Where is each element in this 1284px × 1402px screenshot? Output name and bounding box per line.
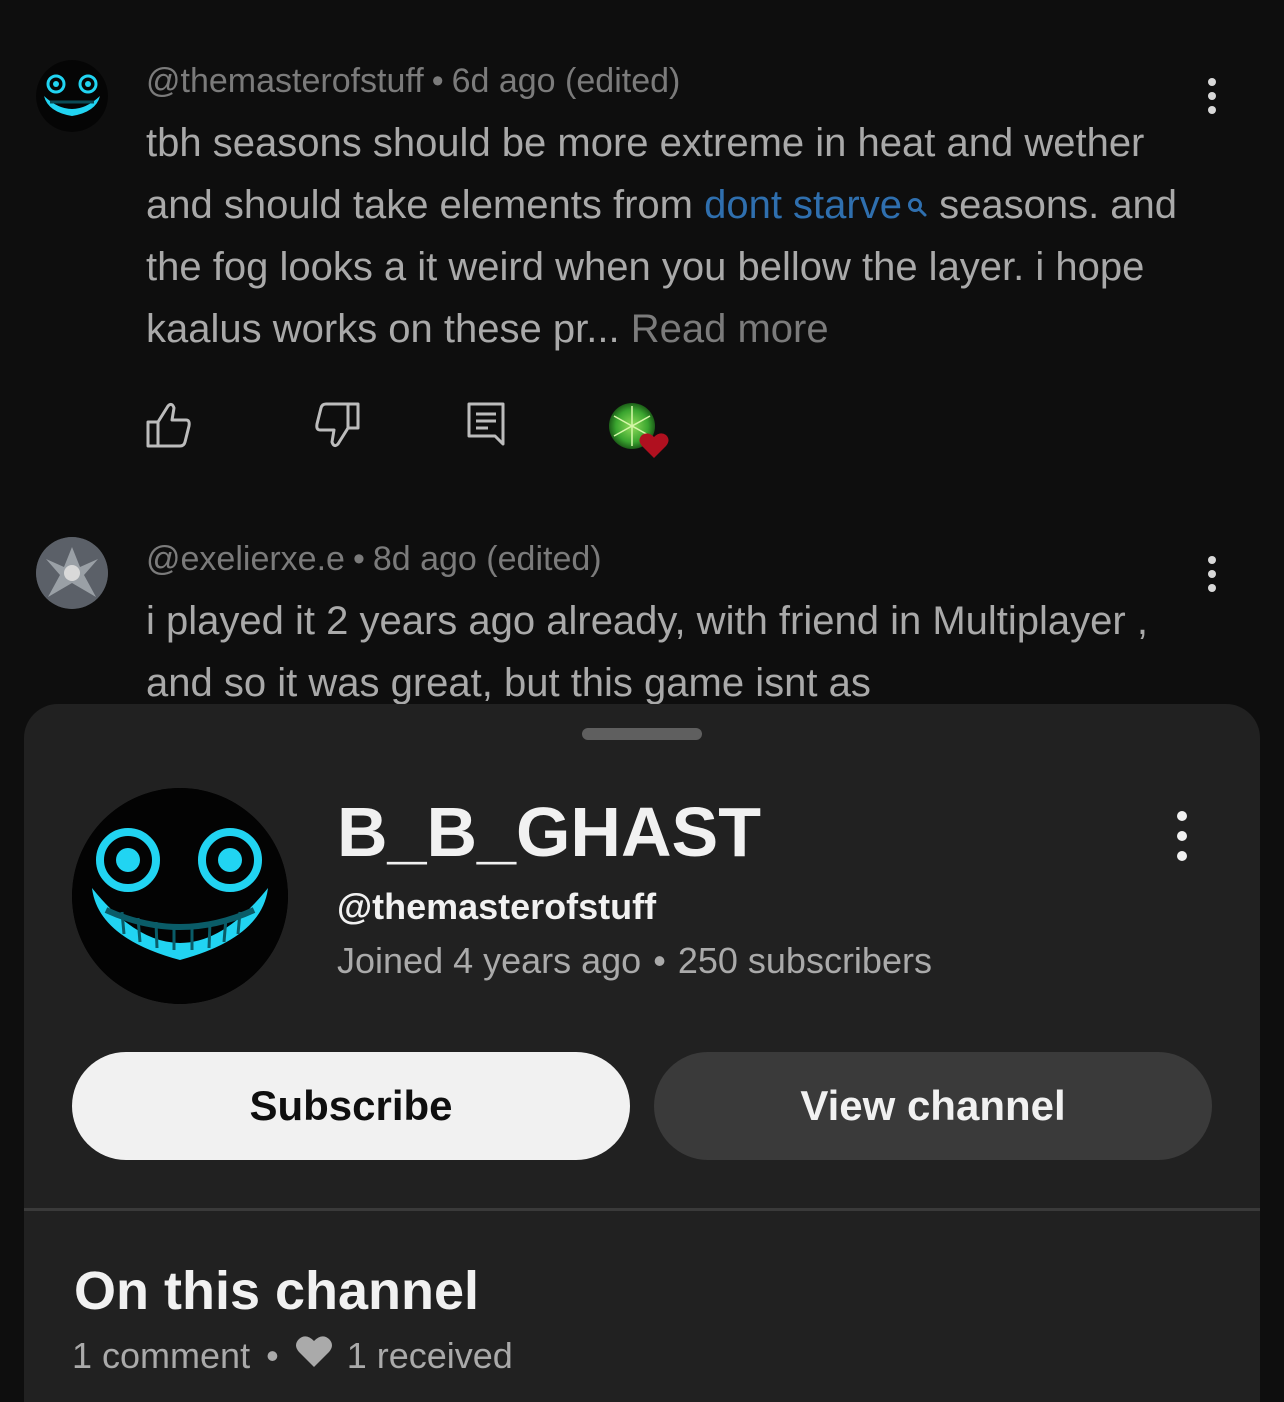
view-channel-button[interactable]: View channel bbox=[654, 1052, 1212, 1160]
dislike-button[interactable] bbox=[314, 400, 360, 455]
channel-handle: @themasterofstuff bbox=[337, 886, 657, 927]
channel-bottom-sheet: B_B_GHAST @themasterofstuff Joined 4 yea… bbox=[24, 704, 1260, 1402]
more-vertical-icon[interactable] bbox=[1196, 74, 1228, 118]
separator-dot: • bbox=[266, 1334, 279, 1376]
more-vertical-icon[interactable] bbox=[1196, 552, 1228, 596]
reply-icon bbox=[467, 402, 505, 446]
thumbs-down-icon bbox=[315, 402, 360, 448]
subscribe-button[interactable]: Subscribe bbox=[72, 1052, 630, 1160]
search-link[interactable]: dont starve bbox=[704, 183, 928, 227]
like-button[interactable] bbox=[146, 400, 192, 455]
thumbs-up-icon bbox=[146, 402, 191, 448]
subscriber-count: 250 subscribers bbox=[677, 940, 932, 981]
comment-meta: @exelierxe.e • 8d ago (edited) bbox=[146, 540, 602, 579]
comment-meta: @themasterofstuff • 6d ago (edited) bbox=[146, 62, 680, 101]
comment-author[interactable]: @exelierxe.e bbox=[146, 540, 345, 578]
channel-name: B_B_GHAST bbox=[337, 793, 761, 871]
reply-button[interactable] bbox=[466, 400, 506, 455]
comment-time: 8d ago bbox=[372, 540, 477, 578]
separator-dot: • bbox=[431, 62, 444, 100]
channel-avatar[interactable] bbox=[72, 788, 288, 1004]
creator-heart-icon bbox=[608, 402, 672, 467]
commenter-avatar[interactable] bbox=[36, 537, 108, 609]
more-vertical-icon[interactable] bbox=[1166, 808, 1198, 864]
search-icon bbox=[906, 174, 928, 236]
divider bbox=[24, 1208, 1260, 1211]
channel-activity-stats: 1 comment • 1 received bbox=[72, 1334, 513, 1377]
sheet-drag-handle[interactable] bbox=[582, 728, 702, 740]
joined-date: Joined 4 years ago bbox=[337, 940, 642, 981]
section-title: On this channel bbox=[74, 1261, 480, 1321]
commenter-avatar[interactable] bbox=[36, 60, 108, 132]
heart-icon bbox=[295, 1334, 333, 1377]
separator-dot: • bbox=[653, 940, 666, 981]
page: @themasterofstuff • 6d ago (edited) tbh se… bbox=[0, 0, 1284, 1402]
read-more-link[interactable]: Read more bbox=[631, 307, 829, 351]
comment-actions bbox=[146, 400, 706, 460]
comment-author[interactable]: @themasterofstuff bbox=[146, 62, 424, 100]
search-link-text: dont starve bbox=[704, 183, 902, 227]
separator-dot: • bbox=[352, 540, 365, 578]
comment-count: 1 comment bbox=[72, 1334, 251, 1376]
comment-time: 6d ago bbox=[451, 62, 556, 100]
comment-text: i played it 2 years ago already, with fr… bbox=[146, 599, 1148, 705]
channel-stats: Joined 4 years ago • 250 subscribers bbox=[337, 940, 932, 982]
hearts-received: 1 received bbox=[346, 1334, 513, 1376]
edited-label: (edited) bbox=[486, 540, 602, 578]
edited-label: (edited) bbox=[565, 62, 681, 100]
comment-text: tbh seasons should be more extreme in he… bbox=[146, 112, 1216, 360]
